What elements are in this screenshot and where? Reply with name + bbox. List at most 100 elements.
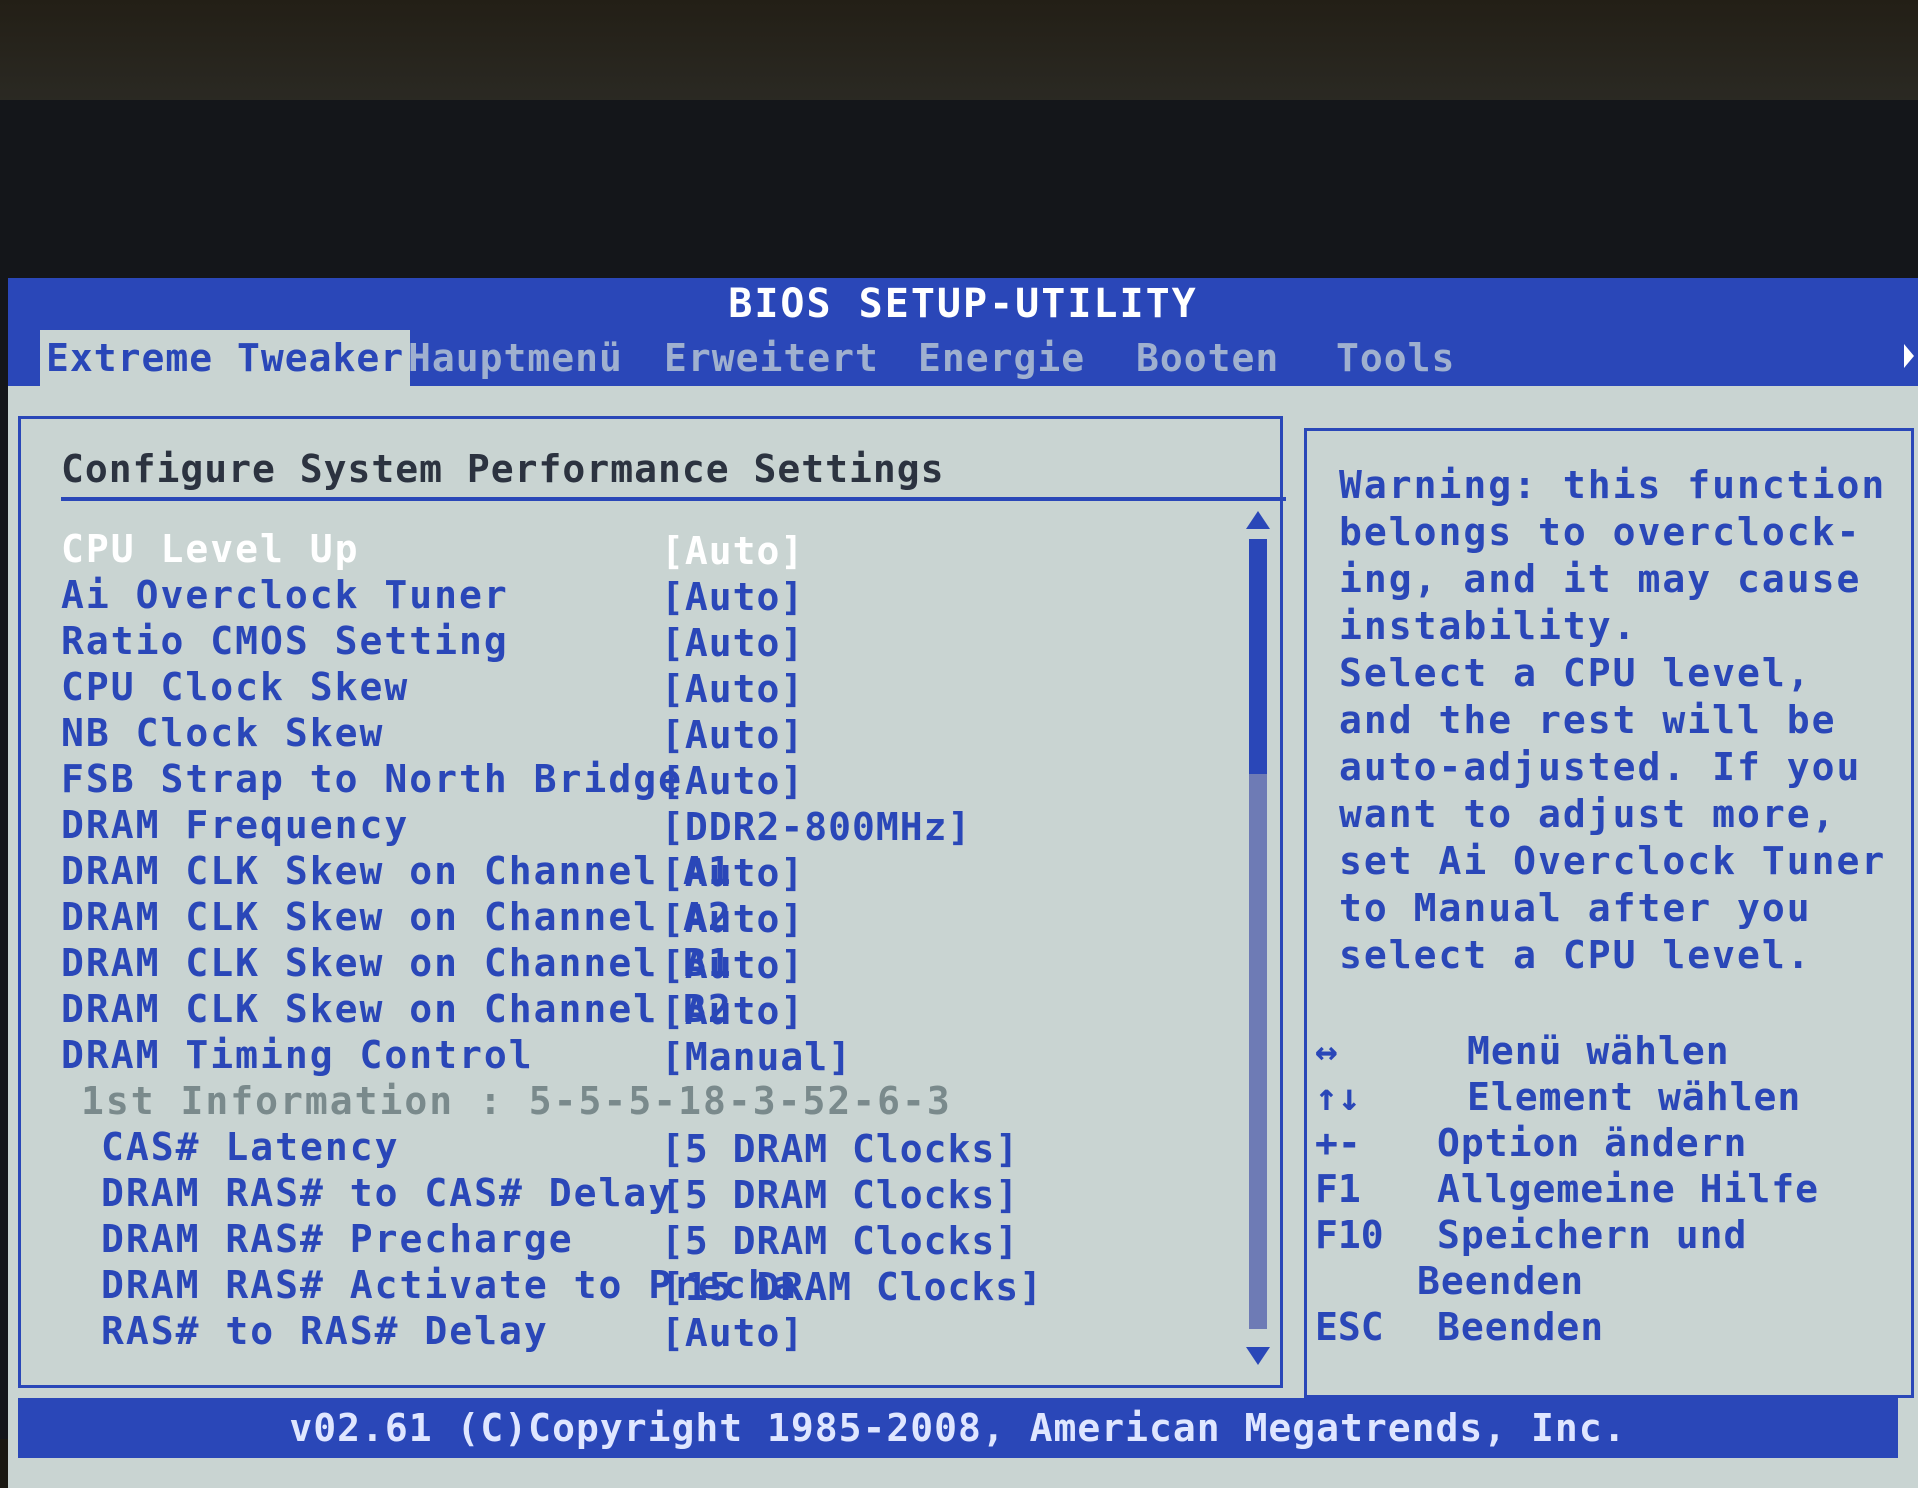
setting-label: DRAM Timing Control (61, 1033, 534, 1077)
setting-value[interactable]: [Auto] (661, 1311, 804, 1355)
bios-title: BIOS SETUP-UTILITY (8, 278, 1918, 330)
key-desc: Beenden (1437, 1305, 1605, 1349)
setting-label: DRAM RAS# to CAS# Delay (101, 1171, 674, 1215)
setting-value[interactable]: [Auto] (661, 621, 804, 665)
setting-value[interactable]: [Auto] (661, 851, 804, 895)
setting-value[interactable]: [5 DRAM Clocks] (661, 1127, 1019, 1171)
timing-info-line: 1st Information : 5-5-5-18-3-52-6-3 (81, 1079, 952, 1123)
help-text-line: set Ai Overclock Tuner (1339, 839, 1887, 883)
scrollbar-track[interactable] (1249, 539, 1267, 1329)
setting-value[interactable]: [5 DRAM Clocks] (661, 1219, 1019, 1263)
setting-ras-precharge[interactable]: DRAM RAS# Precharge [5 DRAM Clocks] (61, 1217, 1221, 1263)
setting-label: CPU Clock Skew (61, 665, 410, 709)
setting-label: Ai Overclock Tuner (61, 573, 509, 617)
menu-tab-energie[interactable]: Energie (918, 330, 1085, 386)
monitor-bezel: BIOS SETUP-UTILITY Extreme Tweaker Haupt… (0, 100, 1918, 1488)
setting-dram-timing-control[interactable]: DRAM Timing Control [Manual] (61, 1033, 1221, 1079)
help-text-line: instability. (1339, 604, 1638, 648)
setting-cpu-clock-skew[interactable]: CPU Clock Skew [Auto] (61, 665, 1221, 711)
scrollbar-thumb[interactable] (1249, 539, 1267, 774)
key-desc: Option ändern (1437, 1121, 1748, 1165)
key-f1: F1 (1315, 1167, 1361, 1211)
help-text-line: select a CPU level. (1339, 933, 1812, 977)
help-text-line: Warning: this function (1339, 463, 1887, 507)
help-text-line: Select a CPU level, (1339, 651, 1812, 695)
key-legend-menu-select: ↔ Menü wählen (1307, 1029, 1907, 1073)
setting-value[interactable]: [Auto] (661, 667, 804, 711)
key-esc: ESC (1315, 1305, 1384, 1349)
help-text-line: want to adjust more, (1339, 792, 1837, 836)
left-right-arrow-icon: ↔ (1315, 1029, 1338, 1073)
menu-tab-tools[interactable]: Tools (1336, 330, 1455, 386)
help-text-line: to Manual after you (1339, 886, 1812, 930)
setting-value[interactable]: [Auto] (661, 529, 804, 573)
help-panel: Warning: this function belongs to overcl… (1304, 428, 1914, 1398)
key-legend-save-exit: F10 Speichern und (1307, 1213, 1907, 1257)
key-legend-element-select: ↑↓ Element wählen (1307, 1075, 1907, 1119)
setting-ras-to-cas-delay[interactable]: DRAM RAS# to CAS# Delay [5 DRAM Clocks] (61, 1171, 1221, 1217)
setting-value[interactable]: [Auto] (661, 713, 804, 757)
menu-tab-hauptmenue[interactable]: Hauptmenü (408, 330, 623, 386)
up-down-arrow-icon: ↑↓ (1315, 1075, 1361, 1119)
scroll-up-arrow-icon[interactable] (1246, 511, 1270, 529)
setting-fsb-strap[interactable]: FSB Strap to North Bridge [Auto] (61, 757, 1221, 803)
setting-value[interactable]: [15 DRAM Clocks] (661, 1265, 1043, 1309)
key-desc: Menü wählen (1467, 1029, 1730, 1073)
setting-value[interactable]: [Auto] (661, 575, 804, 619)
setting-cpu-level-up[interactable]: CPU Level Up [Auto] (61, 527, 1221, 573)
setting-label: CPU Level Up (61, 527, 360, 571)
help-text-line: and the rest will be (1339, 698, 1837, 742)
settings-panel: Configure System Performance Settings CP… (18, 416, 1286, 1388)
key-desc: Beenden (1417, 1259, 1585, 1303)
setting-label: CAS# Latency (101, 1125, 400, 1169)
setting-cas-latency[interactable]: CAS# Latency [5 DRAM Clocks] (61, 1125, 1221, 1171)
setting-ratio-cmos[interactable]: Ratio CMOS Setting [Auto] (61, 619, 1221, 665)
setting-value[interactable]: [Auto] (661, 943, 804, 987)
setting-label: FSB Strap to North Bridge (61, 757, 683, 801)
key-desc: Speichern und (1437, 1213, 1748, 1257)
key-desc: Element wählen (1467, 1075, 1802, 1119)
setting-dram-clk-skew-a2[interactable]: DRAM CLK Skew on Channel A2 [Auto] (61, 895, 1221, 941)
setting-label: DRAM CLK Skew on Channel A1 (61, 849, 733, 893)
key-legend-option-change: +- Option ändern (1307, 1121, 1907, 1165)
setting-label: DRAM CLK Skew on Channel A2 (61, 895, 733, 939)
setting-label: DRAM RAS# Precharge (101, 1217, 574, 1261)
scroll-down-arrow-icon[interactable] (1246, 1347, 1270, 1365)
setting-value[interactable]: [5 DRAM Clocks] (661, 1173, 1019, 1217)
setting-label: Ratio CMOS Setting (61, 619, 509, 663)
setting-label: DRAM CLK Skew on Channel B1 (61, 941, 733, 985)
key-legend-save-exit-cont: Beenden (1307, 1259, 1907, 1303)
menu-tab-extreme-tweaker[interactable]: Extreme Tweaker (40, 330, 411, 386)
setting-dram-clk-skew-b1[interactable]: DRAM CLK Skew on Channel B1 [Auto] (61, 941, 1221, 987)
setting-value[interactable]: [Manual] (661, 1035, 852, 1079)
setting-value[interactable]: [Auto] (661, 759, 804, 803)
setting-ras-to-ras-delay[interactable]: RAS# to RAS# Delay [Auto] (61, 1309, 1221, 1355)
setting-ras-activate-to-precharge[interactable]: DRAM RAS# Activate to Precha [15 DRAM Cl… (61, 1263, 1221, 1309)
monitor-top-background (0, 0, 1918, 110)
panel-title: Configure System Performance Settings (61, 447, 945, 491)
key-legend-general-help: F1 Allgemeine Hilfe (1307, 1167, 1907, 1211)
menu-tab-erweitert[interactable]: Erweitert (664, 330, 879, 386)
setting-label: DRAM Frequency (61, 803, 410, 847)
setting-value[interactable]: [DDR2-800MHz] (661, 805, 971, 849)
menu-more-arrow-icon[interactable] (1904, 344, 1914, 368)
help-text-line: ing, and it may cause (1339, 557, 1862, 601)
setting-dram-clk-skew-b2[interactable]: DRAM CLK Skew on Channel B2 [Auto] (61, 987, 1221, 1033)
key-desc: Allgemeine Hilfe (1437, 1167, 1820, 1211)
setting-value[interactable]: [Auto] (661, 989, 804, 1033)
menu-bar: Extreme Tweaker Hauptmenü Erweitert Ener… (8, 330, 1918, 386)
setting-dram-frequency[interactable]: DRAM Frequency [DDR2-800MHz] (61, 803, 1221, 849)
help-text-line: belongs to overclock- (1339, 510, 1862, 554)
help-text-line: auto-adjusted. If you (1339, 745, 1862, 789)
copyright-footer: v02.61 (C)Copyright 1985-2008, American … (18, 1398, 1898, 1458)
setting-label: NB Clock Skew (61, 711, 385, 755)
setting-value[interactable]: [Auto] (661, 897, 804, 941)
setting-dram-clk-skew-a1[interactable]: DRAM CLK Skew on Channel A1 [Auto] (61, 849, 1221, 895)
plus-minus-icon: +- (1315, 1121, 1361, 1165)
setting-ai-overclock-tuner[interactable]: Ai Overclock Tuner [Auto] (61, 573, 1221, 619)
setting-nb-clock-skew[interactable]: NB Clock Skew [Auto] (61, 711, 1221, 757)
setting-label: DRAM CLK Skew on Channel B2 (61, 987, 733, 1031)
bios-screen: BIOS SETUP-UTILITY Extreme Tweaker Haupt… (8, 278, 1918, 1488)
menu-tab-booten[interactable]: Booten (1136, 330, 1279, 386)
key-legend-exit: ESC Beenden (1307, 1305, 1907, 1349)
